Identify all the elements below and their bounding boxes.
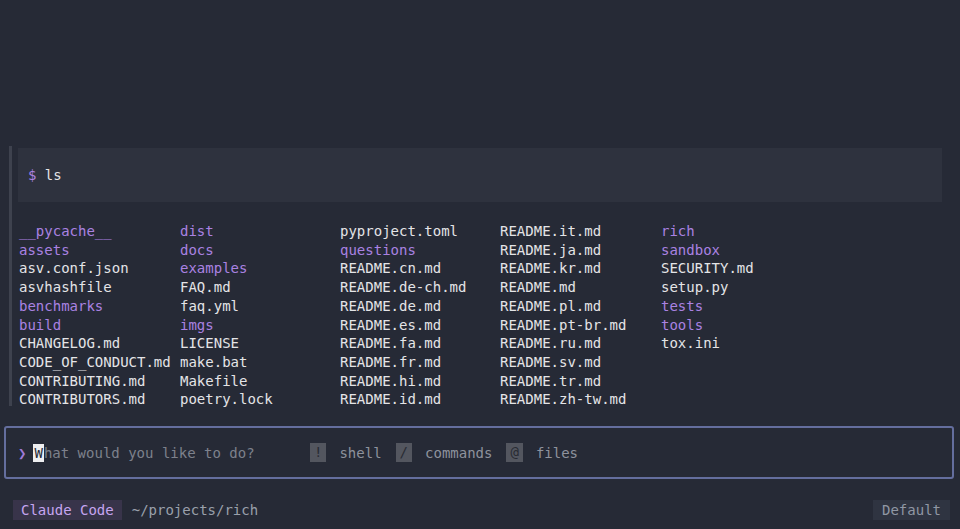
file-item: README.hi.md bbox=[340, 372, 466, 391]
directory-item: tools bbox=[661, 316, 754, 335]
file-item: README.tr.md bbox=[500, 372, 626, 391]
file-item: asvhashfile bbox=[19, 278, 171, 297]
directory-item: assets bbox=[19, 241, 171, 260]
output-gutter-bar bbox=[9, 146, 12, 406]
file-item: LICENSE bbox=[180, 334, 273, 353]
working-directory: ~/projects/rich bbox=[132, 502, 258, 518]
terminal-screen: $ ls __pycache__assetsasv.conf.jsonasvha… bbox=[0, 0, 960, 529]
listing-column: pyproject.tomlquestionsREADME.cn.mdREADM… bbox=[340, 222, 466, 409]
file-item: README.cn.md bbox=[340, 259, 466, 278]
directory-item: examples bbox=[180, 259, 273, 278]
directory-item: dist bbox=[180, 222, 273, 241]
file-item: Makefile bbox=[180, 372, 273, 391]
directory-item: docs bbox=[180, 241, 273, 260]
listing-column: README.it.mdREADME.ja.mdREADME.kr.mdREAD… bbox=[500, 222, 626, 409]
file-item: README.md bbox=[500, 278, 626, 297]
command-box: $ ls bbox=[18, 148, 942, 202]
file-item: poetry.lock bbox=[180, 390, 273, 409]
command-prompt-symbol: $ bbox=[28, 167, 36, 183]
file-item: README.it.md bbox=[500, 222, 626, 241]
file-item: SECURITY.md bbox=[661, 259, 754, 278]
directory-item: tests bbox=[661, 297, 754, 316]
listing-column: distdocsexamplesFAQ.mdfaq.ymlimgsLICENSE… bbox=[180, 222, 273, 409]
file-item: setup.py bbox=[661, 278, 754, 297]
shortcut-label: shell bbox=[339, 445, 381, 461]
file-item: FAQ.md bbox=[180, 278, 273, 297]
directory-item: build bbox=[19, 316, 171, 335]
directory-item: rich bbox=[661, 222, 754, 241]
file-item: README.kr.md bbox=[500, 259, 626, 278]
text-cursor: W bbox=[33, 444, 43, 462]
file-item: CODE_OF_CONDUCT.md bbox=[19, 353, 171, 372]
file-item: README.pl.md bbox=[500, 297, 626, 316]
file-item: README.fr.md bbox=[340, 353, 466, 372]
directory-item: __pycache__ bbox=[19, 222, 171, 241]
input-hints: ! shell / commands @ files bbox=[310, 428, 592, 477]
file-item: README.es.md bbox=[340, 316, 466, 335]
prompt-input-box[interactable]: ❯ W hat would you like to do? ! shell / com… bbox=[4, 426, 954, 479]
file-item: tox.ini bbox=[661, 334, 754, 353]
directory-item: benchmarks bbox=[19, 297, 171, 316]
file-item: README.fa.md bbox=[340, 334, 466, 353]
command-text: ls bbox=[45, 167, 62, 183]
input-placeholder: hat would you like to do? bbox=[44, 445, 255, 461]
mode-badge[interactable]: Default bbox=[873, 500, 950, 520]
shortcut-key-badge: @ bbox=[506, 443, 522, 462]
directory-item: sandbox bbox=[661, 241, 754, 260]
shortcut-label: commands bbox=[425, 445, 492, 461]
file-item: README.de-ch.md bbox=[340, 278, 466, 297]
shortcut-label: files bbox=[536, 445, 578, 461]
file-item: faq.yml bbox=[180, 297, 273, 316]
shortcut-key-badge: ! bbox=[310, 443, 326, 462]
file-item: make.bat bbox=[180, 353, 273, 372]
file-item: README.pt-br.md bbox=[500, 316, 626, 335]
file-item: CONTRIBUTING.md bbox=[19, 372, 171, 391]
directory-item: imgs bbox=[180, 316, 273, 335]
file-item: README.sv.md bbox=[500, 353, 626, 372]
listing-column: __pycache__assetsasv.conf.jsonasvhashfil… bbox=[19, 222, 171, 409]
shortcut-key-badge: / bbox=[396, 443, 412, 462]
directory-item: questions bbox=[340, 241, 466, 260]
prompt-chevron-icon: ❯ bbox=[18, 445, 26, 461]
file-item: asv.conf.json bbox=[19, 259, 171, 278]
file-item: CHANGELOG.md bbox=[19, 334, 171, 353]
listing-column: richsandboxSECURITY.mdsetup.pyteststools… bbox=[661, 222, 754, 353]
status-bar: Claude Code ~/projects/rich Default bbox=[13, 498, 950, 521]
file-item: README.id.md bbox=[340, 390, 466, 409]
file-item: pyproject.toml bbox=[340, 222, 466, 241]
file-item: README.ru.md bbox=[500, 334, 626, 353]
app-badge: Claude Code bbox=[13, 500, 122, 520]
file-item: README.ja.md bbox=[500, 241, 626, 260]
file-item: README.de.md bbox=[340, 297, 466, 316]
file-item: CONTRIBUTORS.md bbox=[19, 390, 171, 409]
file-item: README.zh-tw.md bbox=[500, 390, 626, 409]
